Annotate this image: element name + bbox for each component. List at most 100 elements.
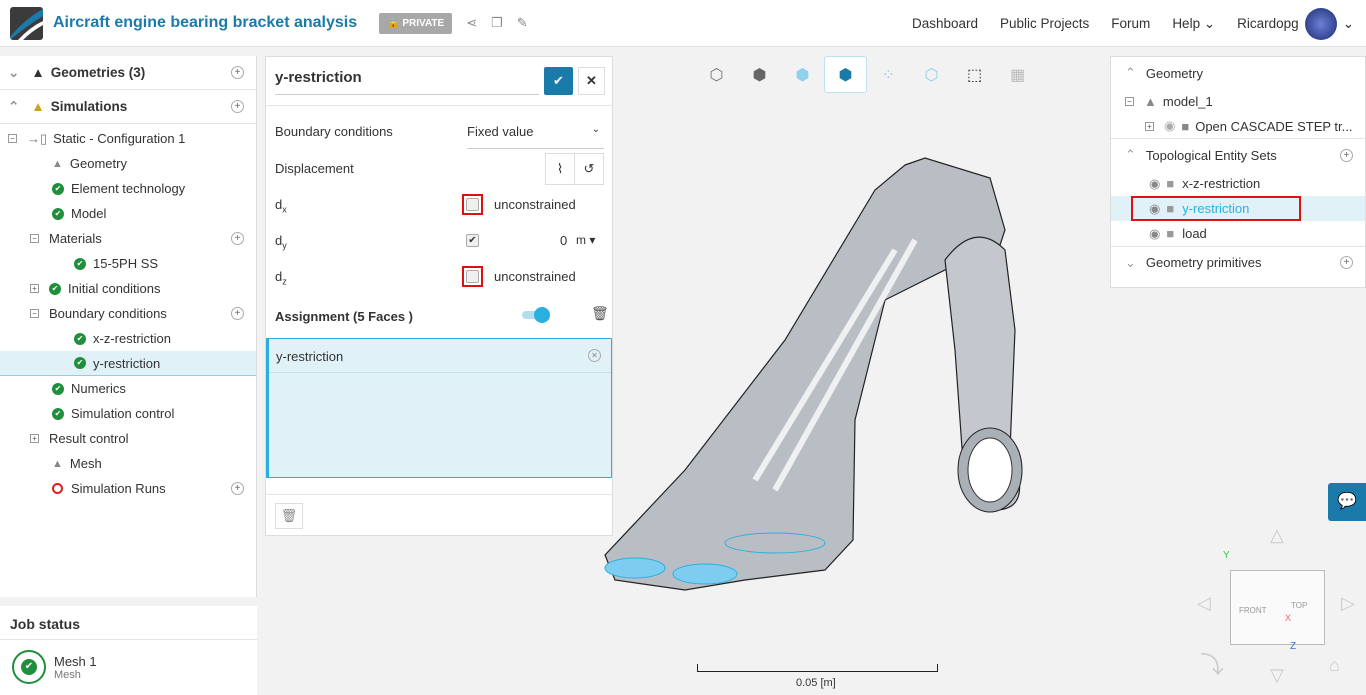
tree-item[interactable]: ✔ y-restriction [0, 351, 256, 376]
chat-button[interactable]: 💬 [1328, 483, 1366, 521]
navigation-cube[interactable]: △ ◁ ▷ ▽ ⌂ ⤵ FRONT TOP Y Z X [1195, 525, 1360, 690]
simulations-section[interactable]: ⌃ ▲ Simulations + [0, 90, 256, 124]
geometries-section[interactable]: ⌄ ▲ Geometries (3) + [0, 56, 256, 90]
tree-item-label: Result control [49, 431, 129, 446]
tree-item-label: Geometry [69, 156, 127, 171]
tes-item[interactable]: ◉ ■ y-restriction [1111, 196, 1365, 221]
tes-item[interactable]: ◉ ■ load [1111, 221, 1365, 246]
face-select-icon[interactable]: ⬢ [824, 56, 867, 93]
tree-item-icon: + ✔ [30, 282, 68, 295]
rotate-icon[interactable]: ⤵ [1200, 645, 1224, 680]
step-label: Open CASCADE STEP tr... [1195, 118, 1353, 134]
eye-icon[interactable]: ◉ [1149, 226, 1160, 242]
job-item[interactable]: ✔ Mesh 1 Mesh [0, 640, 257, 694]
tree-item-icon: ✔ [52, 407, 71, 420]
add-icon[interactable]: + [231, 232, 244, 245]
tree-item[interactable]: − →▯ Static - Configuration 1 [0, 126, 256, 151]
assignment-list[interactable]: y-restriction ✕ [266, 338, 612, 478]
bracket-model[interactable] [595, 150, 1055, 600]
tes-item[interactable]: ◉ ■ x-z-restriction [1111, 171, 1365, 196]
tree-item[interactable]: − Boundary conditions + [0, 301, 256, 326]
dz-checkbox[interactable] [466, 270, 479, 283]
dy-value-input[interactable]: 0 [560, 233, 567, 248]
model-label: model_1 [1162, 94, 1213, 109]
edge-select-icon[interactable]: ⬡ [910, 56, 953, 93]
tree-item-label: Initial conditions [68, 281, 161, 296]
tree-item[interactable]: ▲ Geometry [0, 151, 256, 176]
edit-icon[interactable]: ✎ [517, 15, 528, 31]
eye-icon[interactable]: ◉ [1149, 176, 1160, 192]
add-icon[interactable]: + [231, 307, 244, 320]
nav-public-projects[interactable]: Public Projects [1000, 16, 1089, 31]
tree-item-label: Mesh [69, 456, 102, 471]
nav-forum[interactable]: Forum [1111, 16, 1150, 31]
vertex-select-icon[interactable]: ⁘ [867, 56, 910, 93]
bc-type-label: Boundary conditions [275, 124, 393, 139]
confirm-button[interactable]: ✔ [544, 67, 573, 95]
solid-icon: ■ [1166, 176, 1175, 191]
logo[interactable] [10, 6, 43, 40]
arrow-right-icon[interactable]: ▷ [1341, 593, 1355, 614]
dx-checkbox[interactable] [466, 198, 479, 211]
arrow-left-icon[interactable]: ◁ [1197, 593, 1211, 614]
geometry-section[interactable]: ⌃ Geometry [1111, 57, 1365, 89]
add-simulation-icon[interactable]: + [231, 100, 244, 113]
tes-section[interactable]: ⌃ Topological Entity Sets + [1111, 139, 1365, 171]
dz-value: unconstrained [494, 269, 576, 284]
delete-bc-button[interactable]: 🗑 [275, 503, 303, 529]
add-geometry-icon[interactable]: + [231, 66, 244, 79]
nav-dashboard[interactable]: Dashboard [912, 16, 978, 31]
tree-item-icon: ✔ [52, 182, 71, 195]
tree-item-label: Static - Configuration 1 [53, 131, 186, 146]
volume-select-icon[interactable]: ▦ [996, 56, 1039, 93]
close-button[interactable]: ✕ [578, 67, 605, 95]
tree-item[interactable]: Simulation Runs + [0, 476, 256, 501]
add-tes-icon[interactable]: + [1340, 148, 1353, 162]
tree-item-label: x-z-restriction [93, 331, 172, 346]
tree-item-icon [52, 483, 71, 494]
tree-item-label: Materials [49, 231, 102, 246]
tree-item-icon: ✔ [52, 382, 71, 395]
share-icon[interactable]: ⋖ [466, 15, 477, 31]
assignment-toggle[interactable] [522, 307, 550, 323]
bc-name-input[interactable]: y-restriction [275, 69, 539, 95]
tree-item[interactable]: ✔ Simulation control [0, 401, 256, 426]
view-cube[interactable]: FRONT TOP [1230, 570, 1325, 645]
tree-item[interactable]: ✔ x-z-restriction [0, 326, 256, 351]
dy-unit-select[interactable]: m ▾ [576, 233, 595, 247]
job-status-title: Job status [0, 606, 257, 640]
geometry-tree-panel: ⌃ Geometry − ▲ model_1 + ◉ ■ Open CASCADE STEP… [1110, 56, 1366, 288]
displacement-label: Displacement [275, 161, 354, 176]
arrow-down-icon[interactable]: ▽ [1270, 665, 1284, 686]
tes-label: load [1182, 226, 1207, 241]
copy-icon[interactable]: ❐ [491, 15, 503, 31]
box-select-icon[interactable]: ⬚ [953, 56, 996, 93]
tree-item[interactable]: − Materials + [0, 226, 256, 251]
add-primitive-icon[interactable]: + [1340, 256, 1353, 269]
model-item[interactable]: − ▲ model_1 [1111, 89, 1365, 114]
assignment-label: Assignment (5 Faces ) [275, 309, 413, 324]
step-item[interactable]: + ◉ ■ Open CASCADE STEP tr... [1111, 114, 1365, 139]
tes-label: Topological Entity Sets [1145, 147, 1277, 163]
tree-item[interactable]: + ✔ Initial conditions [0, 276, 256, 301]
tree-item[interactable]: ✔ 15-5PH SS [0, 251, 256, 276]
bc-type-select[interactable]: Fixed value ⌄ [467, 117, 604, 149]
tree-item-icon: ✔ [74, 332, 93, 345]
wireframe-view-icon[interactable]: ⬡ [695, 56, 738, 93]
nav-help[interactable]: Help ⌄ [1172, 16, 1215, 32]
tree-item[interactable]: ✔ Numerics [0, 376, 256, 401]
chart-icon[interactable]: ⌇ [546, 154, 575, 184]
solid-edges-view-icon[interactable]: ⬢ [781, 56, 824, 93]
home-icon[interactable]: ⌂ [1329, 655, 1340, 676]
tree-item[interactable]: ✔ Model [0, 201, 256, 226]
tree-item[interactable]: ✔ Element technology [0, 176, 256, 201]
arrow-up-icon[interactable]: △ [1270, 525, 1284, 546]
solid-view-icon[interactable]: ⬢ [738, 56, 781, 93]
tree-item[interactable]: ▲ Mesh [0, 451, 256, 476]
tree-item[interactable]: + Result control [0, 426, 256, 451]
add-icon[interactable]: + [231, 482, 244, 495]
dy-checkbox[interactable]: ✔ [466, 234, 479, 247]
user-menu[interactable]: Ricardopg ⌄ [1237, 7, 1354, 40]
primitives-section[interactable]: ⌄ Geometry primitives + [1111, 246, 1365, 278]
avatar [1304, 7, 1337, 40]
